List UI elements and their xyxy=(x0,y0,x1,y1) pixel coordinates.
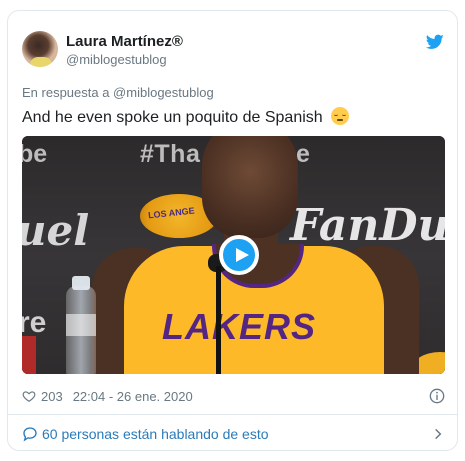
info-icon[interactable] xyxy=(429,388,445,404)
tweet-text: And he even spoke un poquito de Spanish xyxy=(22,107,350,127)
player-head xyxy=(202,136,298,238)
video-media[interactable]: be #Tha uKobe uel re FanDu LOS ANGE LAKE… xyxy=(22,136,445,374)
tweet-text-content: And he even spoke un poquito de Spanish xyxy=(22,109,323,126)
play-icon[interactable] xyxy=(219,235,259,275)
avatar[interactable] xyxy=(22,31,58,67)
conversation-link[interactable]: 60 personas están hablando de esto xyxy=(22,425,445,443)
water-bottle-label xyxy=(66,314,96,336)
conversation-link-label[interactable]: 60 personas están hablando de esto xyxy=(42,426,269,442)
tweet-meta: 203 22:04 - 26 ene. 2020 xyxy=(22,384,445,408)
backdrop-text-mid: uel xyxy=(22,206,90,255)
microphone-stand xyxy=(216,266,221,374)
chevron-right-icon[interactable] xyxy=(431,426,445,442)
timestamp[interactable]: 22:04 - 26 ene. 2020 xyxy=(73,389,193,404)
sponsor-logo-text: FanDu xyxy=(290,200,445,251)
heart-icon[interactable] xyxy=(22,389,36,403)
jersey-lettering: LAKERS xyxy=(162,306,317,347)
author-handle[interactable]: @miblogestublog xyxy=(66,52,167,67)
embedded-tweet-card: Laura Martínez® @miblogestublog En respu… xyxy=(7,10,458,451)
relieved-face-emoji xyxy=(331,107,350,125)
twitter-bird-icon[interactable] xyxy=(426,34,444,50)
background-object xyxy=(22,336,36,374)
divider xyxy=(8,414,457,415)
backdrop-text-top: be xyxy=(22,140,48,168)
like-count[interactable]: 203 xyxy=(41,389,63,404)
backdrop-text-low: re xyxy=(22,306,47,339)
speech-bubble-icon xyxy=(23,427,37,442)
author-name[interactable]: Laura Martínez® xyxy=(66,33,183,50)
reply-context[interactable]: En respuesta a @miblogestublog xyxy=(22,85,214,100)
